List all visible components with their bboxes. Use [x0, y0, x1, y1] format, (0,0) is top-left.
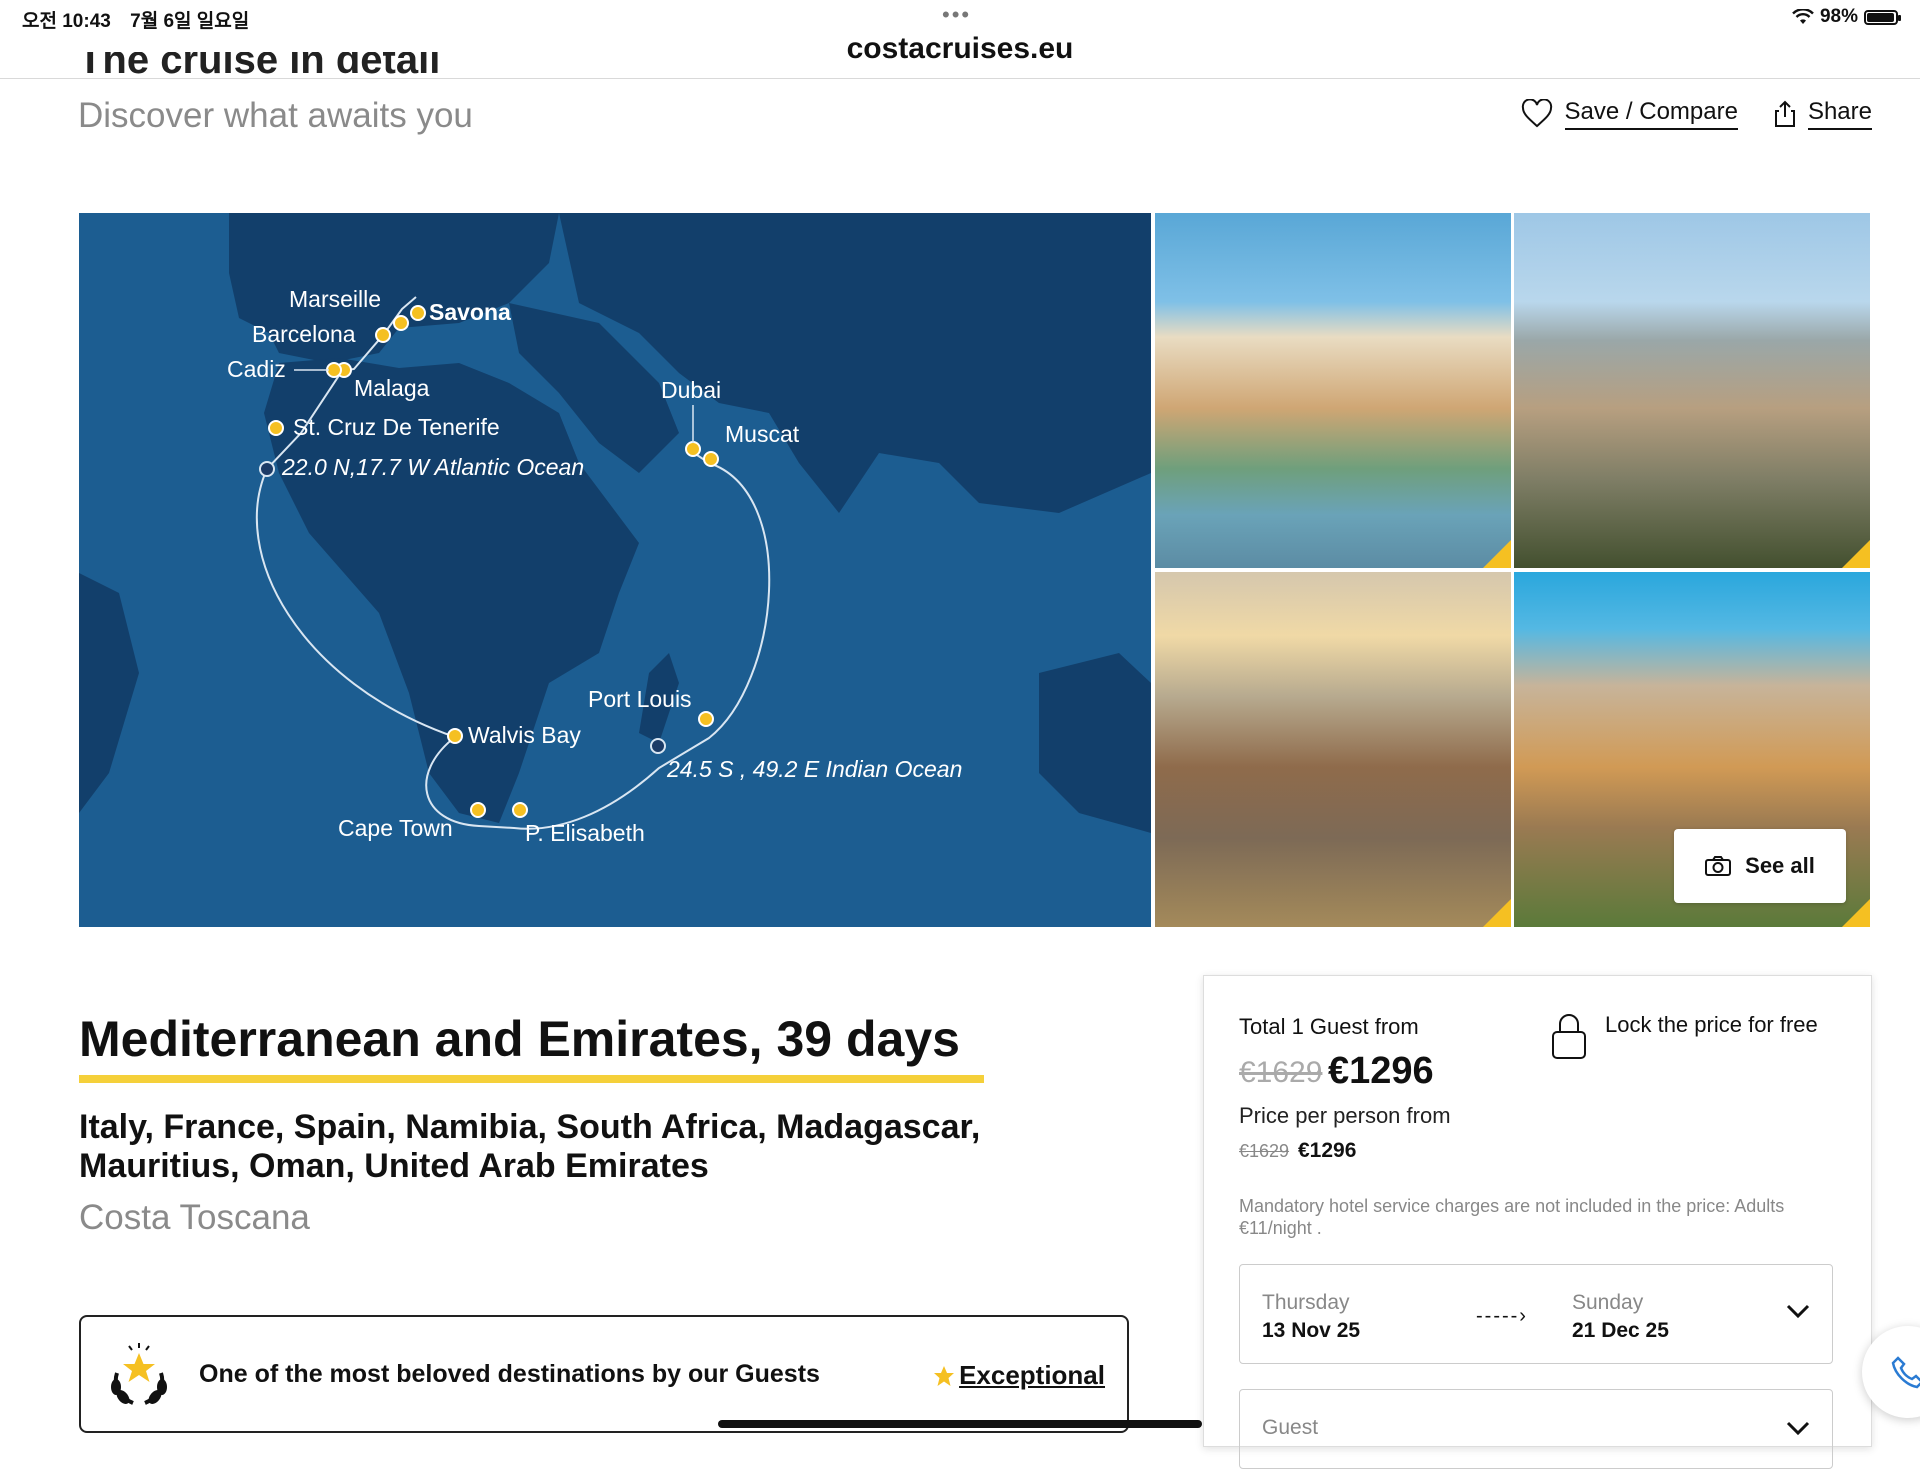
gallery-photo-marseille[interactable] [1514, 213, 1870, 568]
port-muscat-dot[interactable] [703, 451, 719, 467]
port-label-dubai: Dubai [661, 377, 721, 403]
port-label-capetown: Cape Town [338, 815, 453, 841]
save-compare-label: Save / Compare [1564, 98, 1738, 130]
gallery-photo-barcelona[interactable] [1155, 572, 1511, 927]
service-charge-note: Mandatory hotel service charges are not … [1239, 1196, 1785, 1238]
port-label-indian: 24.5 S , 49.2 E Indian Ocean [666, 756, 962, 782]
rating-banner: One of the most beloved destinations by … [79, 1315, 1129, 1433]
date-selector[interactable]: Thursday 13 Nov 25 -----› Sunday 21 Dec … [1239, 1264, 1833, 1364]
phone-icon [1891, 1356, 1920, 1389]
port-label-marseille: Marseille [289, 286, 381, 312]
see-all-photos-button[interactable]: See all [1674, 829, 1846, 903]
return-date: 21 Dec 25 [1572, 1319, 1669, 1342]
save-compare-button[interactable]: Save / Compare [1521, 98, 1738, 130]
port-label-barcelona: Barcelona [252, 321, 356, 347]
port-label-muscat: Muscat [725, 421, 800, 447]
gallery-photo-savona[interactable] [1155, 213, 1511, 568]
share-label: Share [1807, 98, 1872, 130]
camera-icon [1705, 856, 1732, 876]
status-date: 7월 6일 일요일 [130, 11, 250, 32]
new-per-person-price: €1296 [1298, 1139, 1357, 1162]
port-label-tenerife: St. Cruz De Tenerife [293, 414, 500, 440]
chevron-down-icon [1786, 1421, 1810, 1436]
land-australia [1039, 653, 1151, 833]
port-capetown-dot[interactable] [470, 802, 486, 818]
land-asia [559, 213, 1151, 513]
departure-day: Thursday [1262, 1291, 1350, 1314]
lock-icon [1552, 1014, 1586, 1059]
ship-name: Costa Toscana [79, 1198, 310, 1237]
tab-dots-icon[interactable]: ••• [942, 4, 971, 26]
see-all-label: See all [1745, 853, 1815, 878]
itinerary-map[interactable]: Marseille Savona Barcelona Cadiz Malaga … [79, 213, 1151, 927]
return-day: Sunday [1572, 1291, 1644, 1314]
chevron-down-icon [1786, 1304, 1810, 1319]
lock-price-button[interactable]: Lock the price for free [1551, 1012, 1818, 1060]
per-person-label: Price per person from [1239, 1103, 1451, 1128]
photo-corner-accent [1842, 899, 1870, 927]
old-per-person-price: €1629 [1239, 1141, 1290, 1161]
rating-text: One of the most beloved destinations by … [199, 1360, 820, 1388]
guest-selector[interactable]: Guest [1239, 1389, 1833, 1469]
departure-date: 13 Nov 25 [1262, 1319, 1361, 1342]
port-label-malaga: Malaga [354, 375, 430, 401]
title-underline [79, 1075, 984, 1083]
port-label-elisabeth: P. Elisabeth [525, 820, 645, 846]
cruise-countries: Italy, France, Spain, Namibia, South Afr… [79, 1108, 981, 1185]
exceptional-label: Exceptional [959, 1360, 1105, 1390]
wifi-icon [1792, 9, 1814, 24]
section-subtitle: Discover what awaits you [78, 96, 473, 135]
lock-price-label: Lock the price for free [1605, 1012, 1818, 1037]
new-total-price: €1296 [1328, 1050, 1434, 1092]
port-label-cadiz: Cadiz [227, 356, 286, 382]
port-label-atlantic: 22.0 N,17.7 W Atlantic Ocean [281, 454, 584, 480]
photo-corner-accent [1483, 899, 1511, 927]
port-barcelona-dot[interactable] [375, 327, 391, 343]
price-panel: Total 1 Guest from Lock the price for fr… [1203, 975, 1872, 1469]
port-walvisbay-dot[interactable] [447, 728, 463, 744]
status-time-date: 오전 10:43 7월 6일 일요일 [22, 6, 263, 33]
waypoint-indian-dot [650, 738, 666, 754]
laurel-star-icon [111, 1343, 167, 1405]
guest-label: Guest [1262, 1416, 1319, 1439]
port-cadiz-dot[interactable] [326, 362, 342, 378]
total-guest-label: Total 1 Guest from [1239, 1014, 1419, 1039]
old-total-price: €1629 [1239, 1056, 1323, 1089]
port-savona-dot[interactable] [410, 305, 426, 321]
star-icon [934, 1365, 955, 1386]
share-icon [1774, 100, 1795, 127]
cruise-title: Mediterranean and Emirates, 39 days [79, 1011, 960, 1067]
share-button[interactable]: Share [1774, 98, 1872, 130]
waypoint-atlantic-dot [259, 461, 275, 477]
port-label-savona: Savona [429, 299, 511, 325]
heart-icon [1521, 99, 1552, 128]
land-southamerica [79, 573, 139, 813]
status-indicators: 98% [1792, 6, 1901, 28]
port-portlouis-dot[interactable] [698, 711, 714, 727]
battery-icon [1864, 9, 1901, 25]
port-marseille-dot[interactable] [393, 315, 409, 331]
section-title-cut: The cruise in detail [78, 52, 441, 78]
exceptional-link[interactable]: Exceptional [933, 1360, 1105, 1391]
port-tenerife-dot[interactable] [268, 420, 284, 436]
port-elisabeth-dot[interactable] [512, 802, 528, 818]
home-indicator[interactable] [718, 1420, 1202, 1428]
header-actions: Save / Compare Share [1521, 98, 1872, 130]
map-svg: Marseille Savona Barcelona Cadiz Malaga … [79, 213, 1151, 846]
photo-corner-accent [1842, 540, 1870, 568]
port-dubai-dot[interactable] [685, 441, 701, 457]
port-label-portlouis: Port Louis [588, 686, 692, 712]
photo-corner-accent [1483, 540, 1511, 568]
status-time: 오전 10:43 [22, 11, 111, 32]
battery-percent: 98% [1819, 6, 1858, 27]
date-arrow: -----› [1476, 1305, 1528, 1327]
port-label-walvisbay: Walvis Bay [468, 722, 581, 748]
